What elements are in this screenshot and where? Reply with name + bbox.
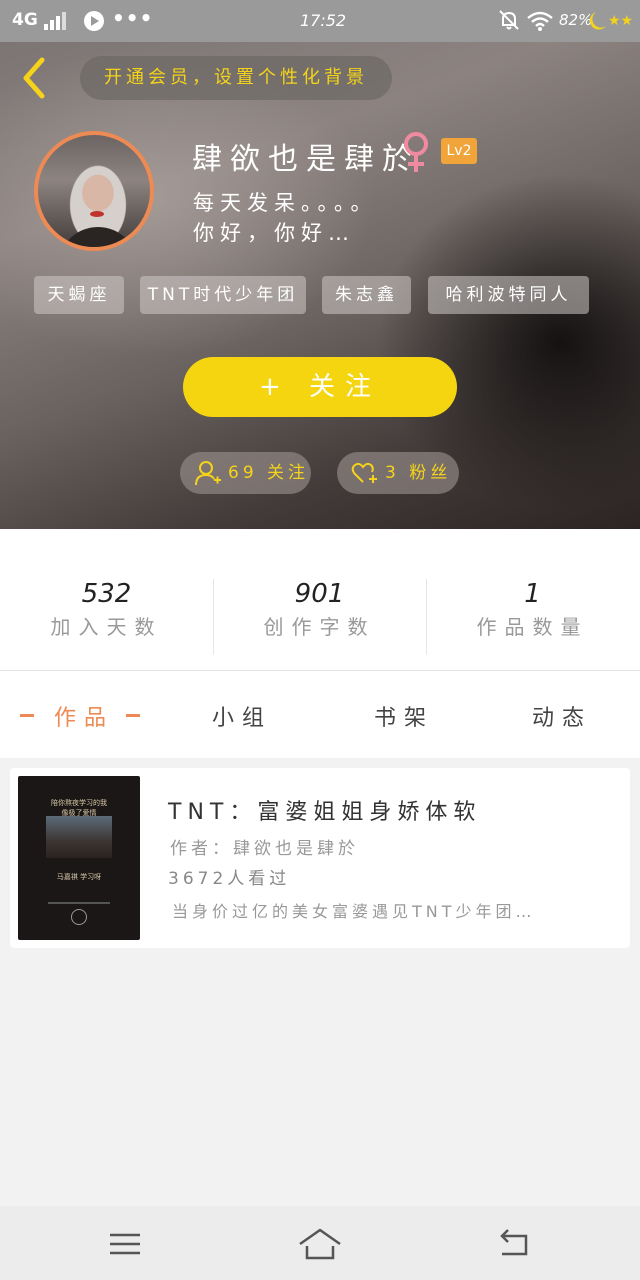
stat-word-count: 901 创作字数 [213, 579, 426, 640]
home-icon[interactable] [297, 1224, 343, 1264]
stat-label: 创作字数 [263, 615, 376, 639]
follow-button[interactable]: + 关注 [183, 357, 457, 417]
work-card[interactable]: 陪你熬夜学习的我 像极了爱情 马嘉祺 学习呀 TNT：富婆姐姐身娇体软 作者：肆… [10, 768, 630, 948]
cover-photo [46, 816, 112, 858]
work-title[interactable]: TNT：富婆姐姐身娇体软 [168, 794, 481, 826]
works-list: 陪你熬夜学习的我 像极了爱情 马嘉祺 学习呀 TNT：富婆姐姐身娇体软 作者：肆… [0, 758, 640, 1206]
stat-value: 901 [294, 579, 345, 609]
stat-value: 1 [524, 579, 541, 609]
status-bar: 4G ••• 17:52 82% ★★ [0, 0, 640, 42]
tag-item[interactable]: 哈利波特同人 [428, 276, 589, 314]
following-count-button[interactable]: 69 关注 [180, 452, 311, 494]
active-tab-indicator [20, 714, 34, 717]
menu-icon[interactable] [102, 1224, 148, 1264]
weather-moon-stars-icon: ★★ [589, 12, 633, 30]
stat-value: 532 [81, 579, 132, 609]
work-author: 作者：肆欲也是肆於 [170, 839, 359, 859]
bell-muted-icon [499, 10, 519, 30]
more-notifications-icon: ••• [112, 6, 154, 30]
following-count: 69 关注 [228, 463, 310, 483]
tab-works[interactable]: 作品 [54, 700, 114, 732]
female-gender-icon [404, 132, 428, 172]
active-tab-indicator [126, 714, 140, 717]
back-icon[interactable] [492, 1224, 538, 1264]
back-chevron-icon[interactable] [16, 54, 52, 102]
profile-header: 开通会员，设置个性化背景 肆欲也是肆於 Lv2 每天发呆。。。。 你好，你好… … [0, 42, 640, 529]
profile-tabs: 作品 小组 书架 动态 [0, 672, 640, 758]
play-pause-icon [71, 909, 87, 925]
svg-text:★★: ★★ [608, 13, 633, 29]
heart-plus-icon [351, 462, 377, 483]
stat-label: 加入天数 [50, 615, 163, 639]
profile-stats: 532 加入天数 901 创作字数 1 作品数量 [0, 529, 640, 671]
system-nav-bar [0, 1206, 640, 1280]
username: 肆欲也是肆於 [192, 142, 420, 177]
fans-count-button[interactable]: 3 粉丝 [337, 452, 459, 494]
cover-text: 马嘉祺 学习呀 [56, 873, 102, 881]
bio-line: 你好，你好… [193, 221, 355, 245]
book-cover[interactable]: 陪你熬夜学习的我 像极了爱情 马嘉祺 学习呀 [18, 776, 140, 940]
fans-count: 3 粉丝 [385, 463, 452, 483]
network-type: 4G [12, 10, 38, 30]
bio-line: 每天发呆。。。。 [193, 191, 378, 215]
add-user-icon [195, 461, 221, 486]
cover-progress-bar [48, 902, 110, 904]
set-background-button[interactable]: 开通会员，设置个性化背景 [80, 56, 392, 100]
tag-item[interactable]: 朱志鑫 [322, 276, 411, 314]
wifi-icon [527, 11, 553, 31]
clock: 17:52 [300, 11, 347, 30]
avatar[interactable] [34, 131, 154, 251]
app-notification-icon [84, 11, 104, 31]
signal-icon [44, 12, 66, 30]
tab-groups[interactable]: 小组 [212, 700, 272, 732]
bio: 每天发呆。。。。 你好，你好… [193, 188, 378, 248]
work-views: 3672人看过 [168, 869, 291, 889]
tab-activity[interactable]: 动态 [532, 700, 592, 732]
stat-join-days: 532 加入天数 [0, 579, 213, 640]
level-badge: Lv2 [441, 138, 477, 164]
work-description: 当身价过亿的美女富婆遇见TNT少年团… [172, 902, 536, 921]
tag-item[interactable]: TNT时代少年团 [140, 276, 306, 314]
stat-label: 作品数量 [476, 615, 589, 639]
cover-text: 陪你熬夜学习的我 [51, 799, 107, 807]
stat-works-count: 1 作品数量 [426, 579, 639, 640]
tab-bookshelf[interactable]: 书架 [374, 700, 434, 732]
tag-item[interactable]: 天蝎座 [34, 276, 124, 314]
